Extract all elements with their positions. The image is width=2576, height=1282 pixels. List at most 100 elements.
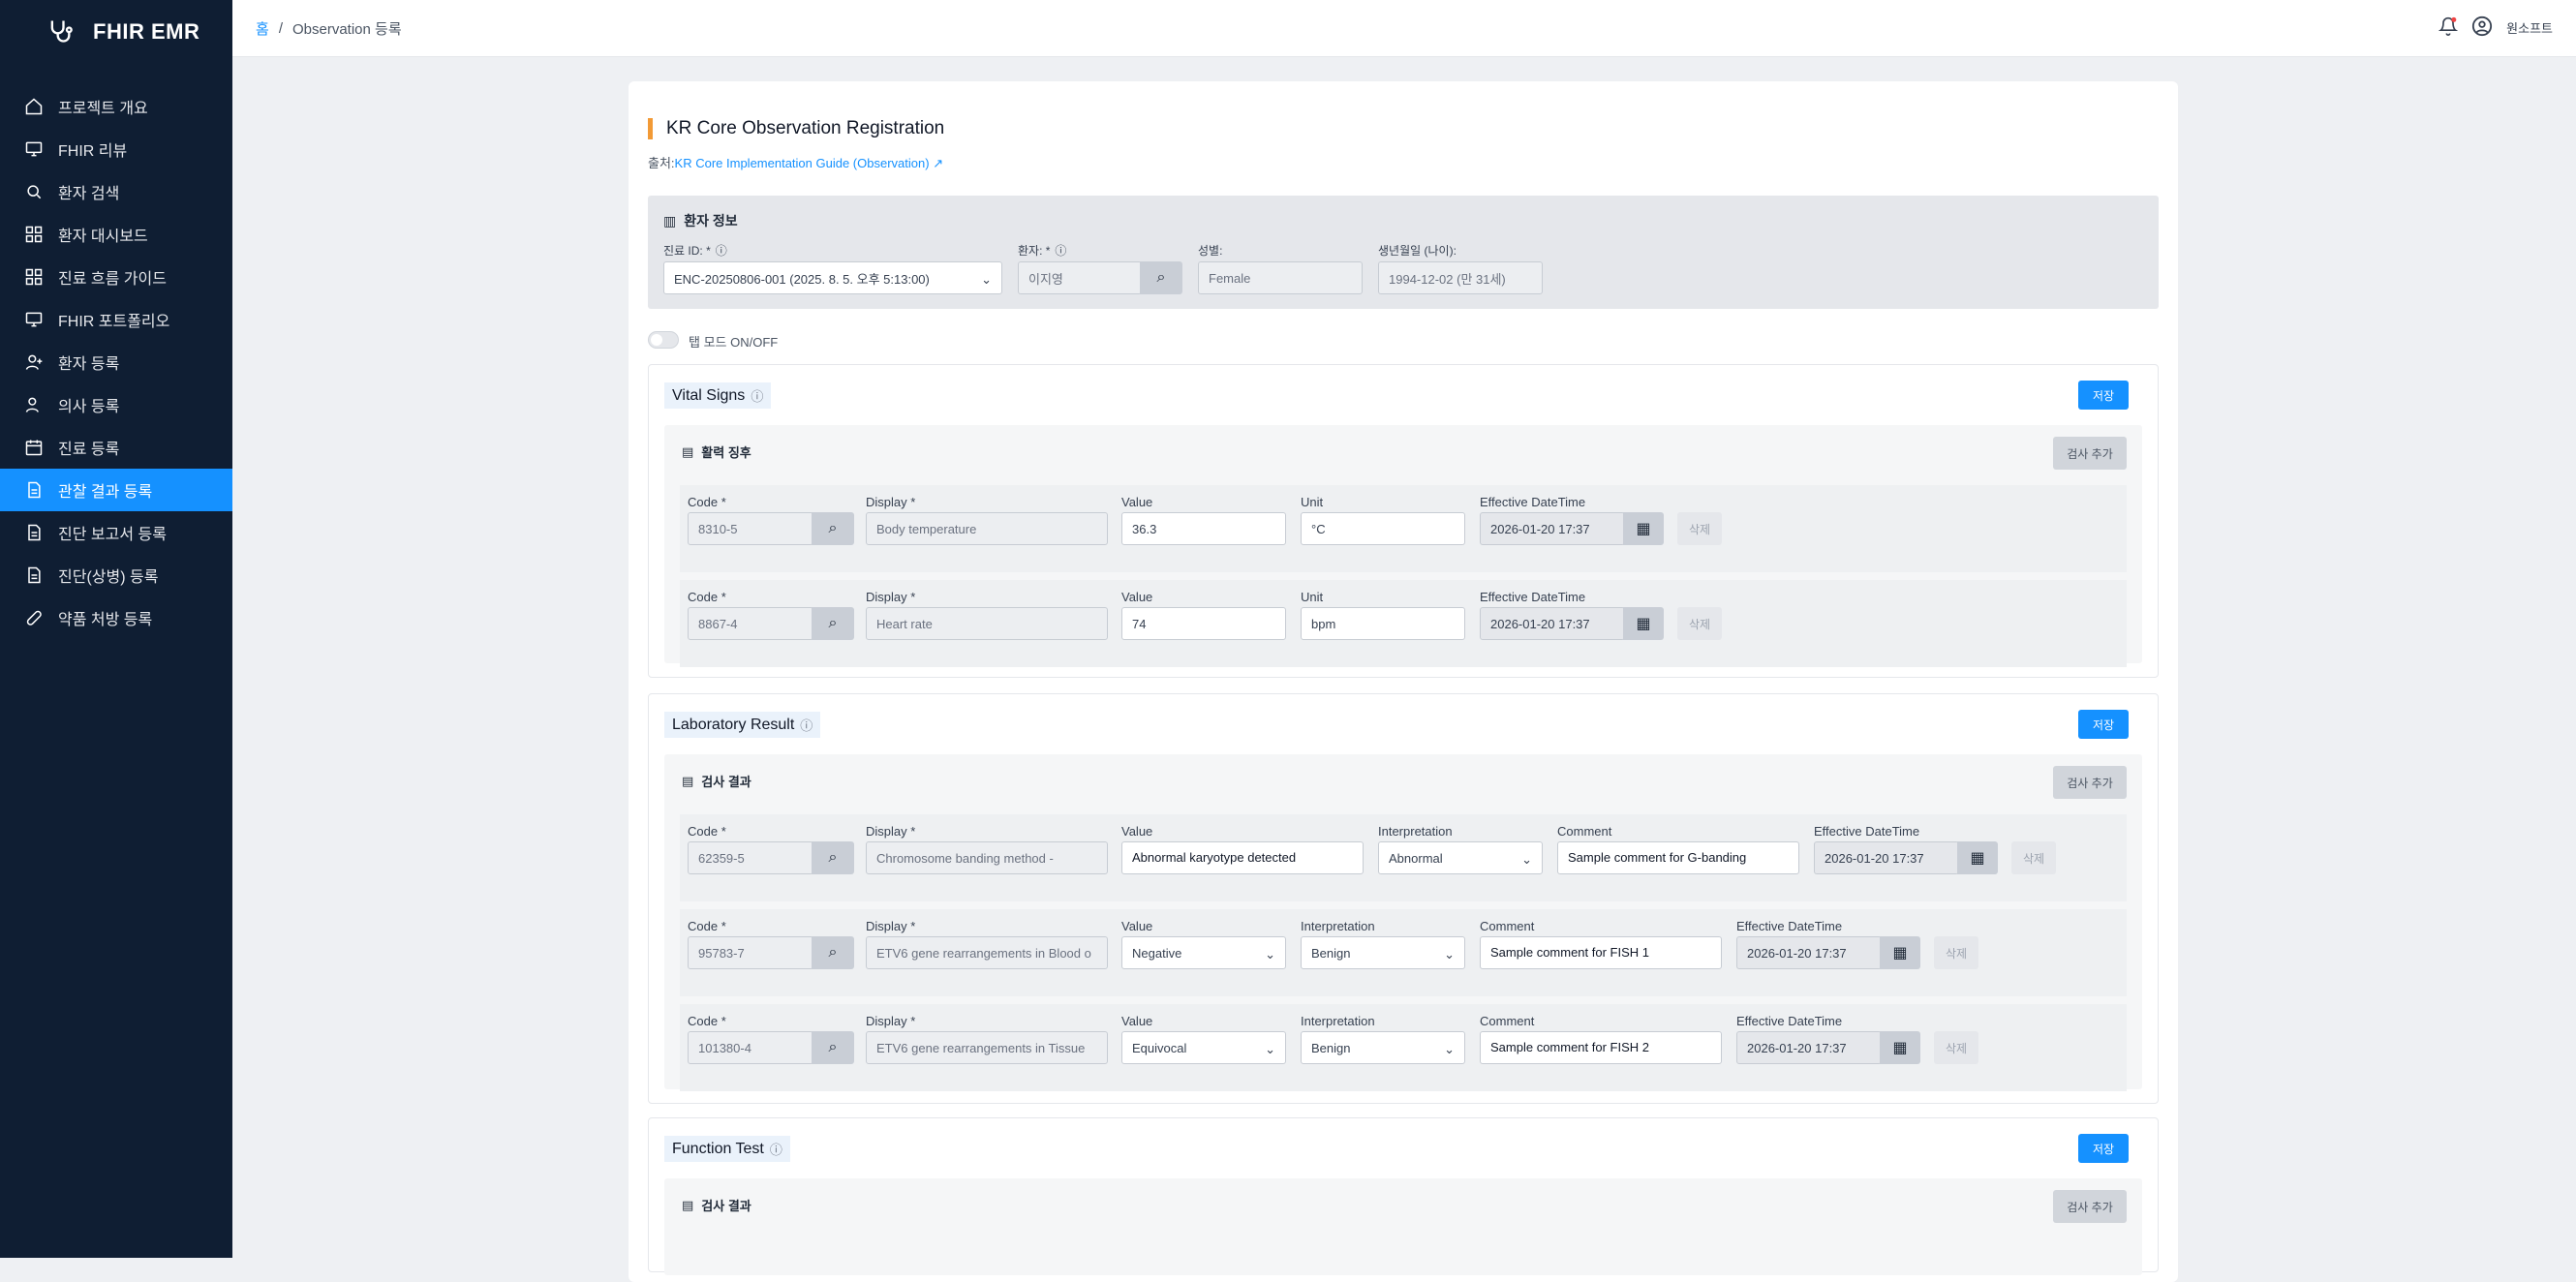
- effective-datetime-input-text: 2026-01-20 17:37: [1825, 850, 1924, 866]
- calendar-button[interactable]: ▦: [1623, 607, 1664, 640]
- sidebar-item[interactable]: 진료 등록: [0, 426, 232, 469]
- comment-textarea[interactable]: Sample comment for FISH 1: [1480, 936, 1722, 969]
- code-field-text: 8867-4: [698, 616, 738, 631]
- function-test-title: Function Test ⓘ: [664, 1136, 790, 1162]
- code-field[interactable]: 8310-5: [688, 512, 813, 545]
- sidebar-item[interactable]: FHIR 포트폴리오: [0, 298, 232, 341]
- tab-mode-toggle[interactable]: [648, 331, 679, 349]
- display-field-text: Body temperature: [876, 521, 977, 536]
- patient-info-panel: ▥ 환자 정보 진료 ID: * ⓘ ENC-20250806-001 (2025…: [648, 196, 2159, 309]
- calendar-button[interactable]: ▦: [1880, 936, 1920, 969]
- gender-label: 성별:: [1198, 244, 1223, 258]
- patient-search-button[interactable]: ⌕: [1140, 261, 1182, 294]
- vital-signs-title: Vital Signs ⓘ: [664, 382, 772, 409]
- function-add-test-button[interactable]: 검사 추가: [2053, 1190, 2127, 1223]
- sidebar-item-label: FHIR 포트폴리오: [58, 314, 170, 330]
- interpretation-select[interactable]: Benign ⌄: [1301, 936, 1465, 969]
- vital-add-test-button[interactable]: 검사 추가: [2053, 437, 2127, 470]
- sidebar-item[interactable]: 프로젝트 개요: [0, 85, 232, 128]
- user-avatar-icon[interactable]: [2471, 15, 2493, 40]
- comment-textarea[interactable]: Sample comment for FISH 2: [1480, 1031, 1722, 1064]
- info-icon[interactable]: ⓘ: [770, 1140, 782, 1158]
- effective-datetime-input-text: 2026-01-20 17:37: [1490, 616, 1590, 631]
- sidebar-item[interactable]: 환자 대시보드: [0, 213, 232, 256]
- source-prefix: 출처:: [648, 156, 675, 170]
- sidebar-item[interactable]: 환자 등록: [0, 341, 232, 383]
- external-link-icon[interactable]: ↗: [933, 156, 943, 170]
- code-field[interactable]: 101380-4: [688, 1031, 813, 1064]
- delete-button[interactable]: 삭제: [1934, 1031, 1978, 1064]
- lab-save-button[interactable]: 저장: [2078, 710, 2129, 739]
- sidebar-item[interactable]: 의사 등록: [0, 383, 232, 426]
- source-link[interactable]: KR Core Implementation Guide (Observatio…: [675, 156, 930, 170]
- sidebar-nav: 프로젝트 개요 FHIR 리뷰 환자 검색 환자 대시보드 진료 흐름 가이드 FHIR …: [0, 85, 232, 639]
- sidebar-item[interactable]: 환자 검색: [0, 170, 232, 213]
- sidebar-item[interactable]: 진료 흐름 가이드: [0, 256, 232, 298]
- code-search-button[interactable]: ⌕: [812, 841, 854, 874]
- delete-button-text: 삭제: [1945, 946, 1968, 961]
- lab-add-test-button[interactable]: 검사 추가: [2053, 766, 2127, 799]
- effective-datetime-input[interactable]: 2026-01-20 17:37: [1736, 936, 1882, 969]
- encounter-select[interactable]: ENC-20250806-001 (2025. 8. 5. 오후 5:13:00…: [663, 261, 1002, 294]
- value-label-text: Value: [1121, 919, 1153, 933]
- breadcrumb-home[interactable]: 홈: [256, 18, 269, 39]
- app-logo[interactable]: FHIR EMR: [0, 0, 232, 64]
- patient-field[interactable]: 이지영: [1018, 261, 1142, 294]
- value-select[interactable]: Negative ⌄: [1121, 936, 1286, 969]
- user-name[interactable]: 원소프트: [2506, 18, 2553, 37]
- gender-value: Female: [1209, 270, 1251, 286]
- calendar-button[interactable]: ▦: [1880, 1031, 1920, 1064]
- info-icon[interactable]: ⓘ: [751, 386, 763, 405]
- interpretation-select[interactable]: Abnormal ⌄: [1378, 841, 1543, 874]
- delete-button[interactable]: 삭제: [1934, 936, 1978, 969]
- bell-icon[interactable]: [2438, 16, 2459, 39]
- comment-textarea[interactable]: Sample comment for G-banding: [1557, 841, 1799, 874]
- code-search-button[interactable]: ⌕: [812, 607, 854, 640]
- function-test-section: Function Test ⓘ 저장 ▤ 검사 결과 검사 추가: [648, 1117, 2159, 1275]
- function-save-button[interactable]: 저장: [2078, 1134, 2129, 1163]
- code-field[interactable]: 8867-4: [688, 607, 813, 640]
- sidebar-item[interactable]: 진단(상병) 등록: [0, 554, 232, 596]
- code-field[interactable]: 62359-5: [688, 841, 813, 874]
- value-input[interactable]: 36.3: [1121, 512, 1286, 545]
- effective-datetime-input[interactable]: 2026-01-20 17:37: [1814, 841, 1959, 874]
- effective-label-text: Effective DateTime: [1736, 919, 1843, 933]
- unit-input[interactable]: °C: [1301, 512, 1465, 545]
- info-icon: ⓘ: [715, 244, 727, 258]
- value-textarea[interactable]: Abnormal karyotype detected: [1121, 841, 1364, 874]
- sidebar-item[interactable]: 관찰 결과 등록: [0, 469, 232, 511]
- interpretation-label: Interpretation: [1301, 919, 1375, 933]
- calendar-button[interactable]: ▦: [1623, 512, 1664, 545]
- breadcrumb-separator: /: [278, 19, 283, 37]
- effective-datetime-input[interactable]: 2026-01-20 17:37: [1480, 512, 1625, 545]
- lab-row: Code * 95783-7 ⌕ Display * ETV6 gene rearran…: [680, 909, 2127, 996]
- code-search-button[interactable]: ⌕: [812, 512, 854, 545]
- effective-datetime-input[interactable]: 2026-01-20 17:37: [1736, 1031, 1882, 1064]
- calendar-button[interactable]: ▦: [1957, 841, 1998, 874]
- code-search-button[interactable]: ⌕: [812, 1031, 854, 1064]
- delete-button[interactable]: 삭제: [1677, 607, 1722, 640]
- code-field[interactable]: 95783-7: [688, 936, 813, 969]
- encounter-label: 진료 ID: *: [663, 244, 711, 258]
- delete-button-text: 삭제: [1688, 617, 1711, 631]
- breadcrumb-current: Observation 등록: [291, 20, 402, 38]
- sidebar-item[interactable]: FHIR 리뷰: [0, 128, 232, 170]
- display-field-text: Chromosome banding method -: [876, 850, 1054, 866]
- interpretation-select[interactable]: Benign ⌄: [1301, 1031, 1465, 1064]
- delete-button[interactable]: 삭제: [2011, 841, 2056, 874]
- sidebar-item[interactable]: 진단 보고서 등록: [0, 511, 232, 554]
- unit-input-text: °C: [1311, 521, 1326, 536]
- delete-button[interactable]: 삭제: [1677, 512, 1722, 545]
- vital-save-button[interactable]: 저장: [2078, 381, 2129, 410]
- value-select[interactable]: Equivocal ⌄: [1121, 1031, 1286, 1064]
- value-input[interactable]: 74: [1121, 607, 1286, 640]
- effective-datetime-input[interactable]: 2026-01-20 17:37: [1480, 607, 1625, 640]
- effective-label-text: Effective DateTime: [1480, 590, 1586, 604]
- sidebar-item[interactable]: 약품 처방 등록: [0, 596, 232, 639]
- display-label-text: Display *: [866, 824, 916, 839]
- code-label-text: Code *: [688, 919, 726, 933]
- code-search-button[interactable]: ⌕: [812, 936, 854, 969]
- effective-label: Effective DateTime: [1480, 495, 1585, 509]
- info-icon[interactable]: ⓘ: [800, 716, 813, 734]
- unit-input[interactable]: bpm: [1301, 607, 1465, 640]
